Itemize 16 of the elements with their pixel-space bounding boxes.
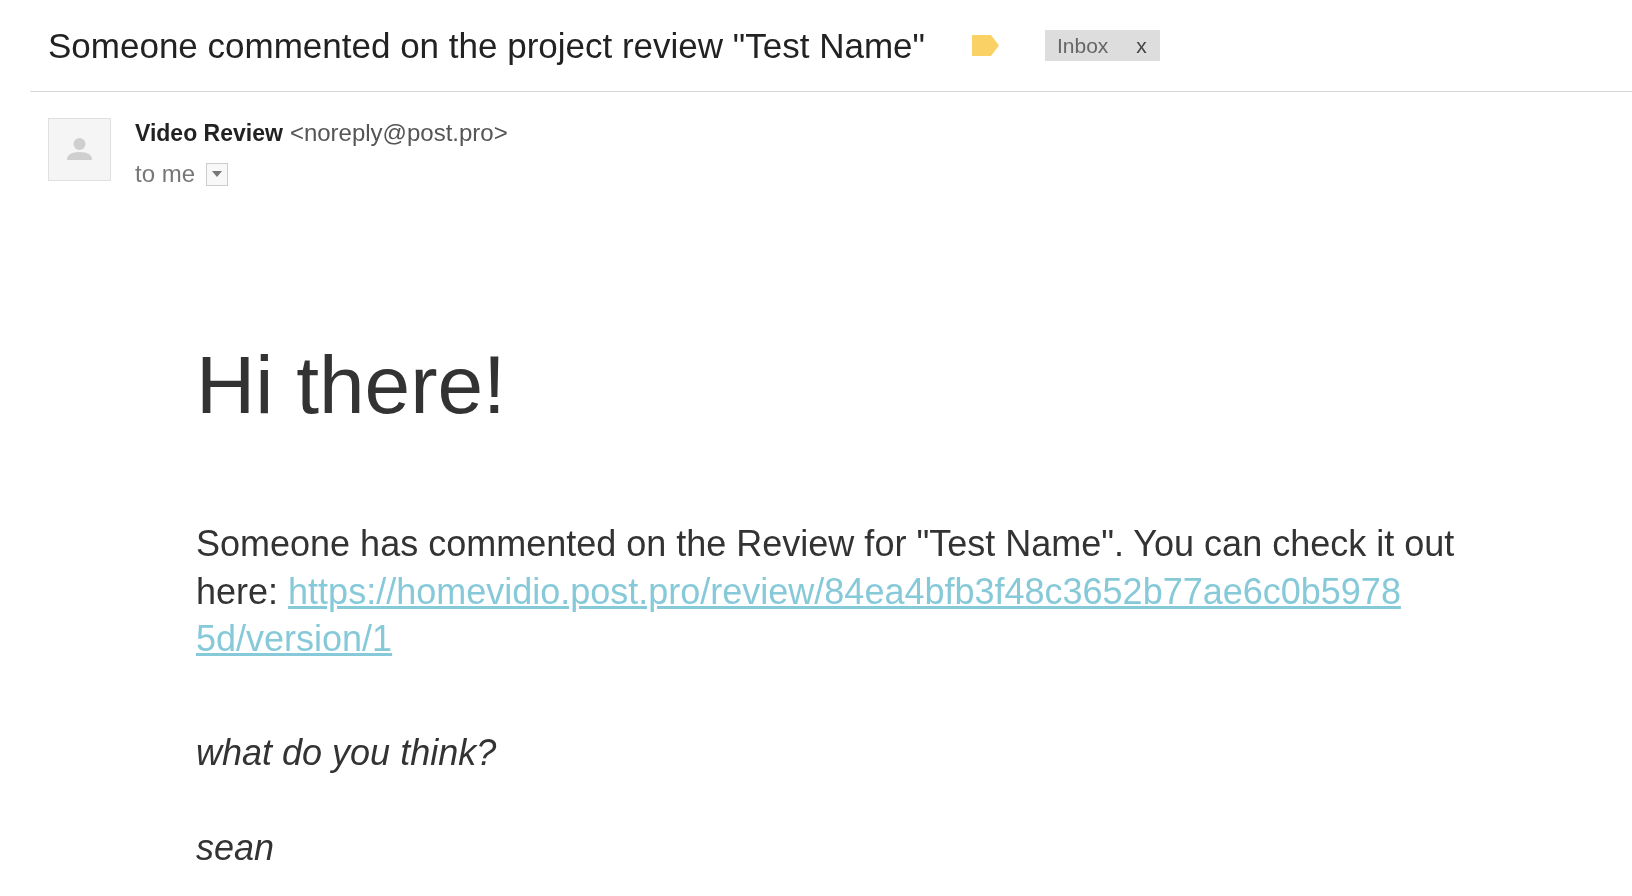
tag-icon xyxy=(971,35,999,56)
email-subject: Someone commented on the project review "Test Name" xyxy=(48,25,925,66)
remove-label-button[interactable]: x xyxy=(1136,30,1147,61)
recipient-text: to me xyxy=(135,159,196,189)
question-text: what do you think? xyxy=(196,730,498,775)
sender-name: Video Review xyxy=(135,119,283,148)
greeting-heading: Hi there! xyxy=(196,338,507,432)
label-name: Inbox xyxy=(1056,33,1109,59)
sender-address: <noreply@post.pro> xyxy=(289,118,508,148)
signature-text: sean xyxy=(196,826,276,870)
details-dropdown-button[interactable] xyxy=(206,162,229,186)
person-avatar-icon xyxy=(48,118,111,181)
review-link[interactable]: https://homevidio.post.pro/review/84ea4bfb3f48c3652b77ae6c0b5978 xyxy=(288,570,1401,612)
review-link[interactable]: 5d/version/1 xyxy=(196,618,393,659)
message-paragraph: Someone has commented on the Review for "Test Name". You can check it out here: https://homevidio.post.pro/review/84ea4bfb3f48c3652b77ae6c0b5978 5d/version/1 xyxy=(196,522,1456,661)
caret-icon xyxy=(212,171,223,177)
